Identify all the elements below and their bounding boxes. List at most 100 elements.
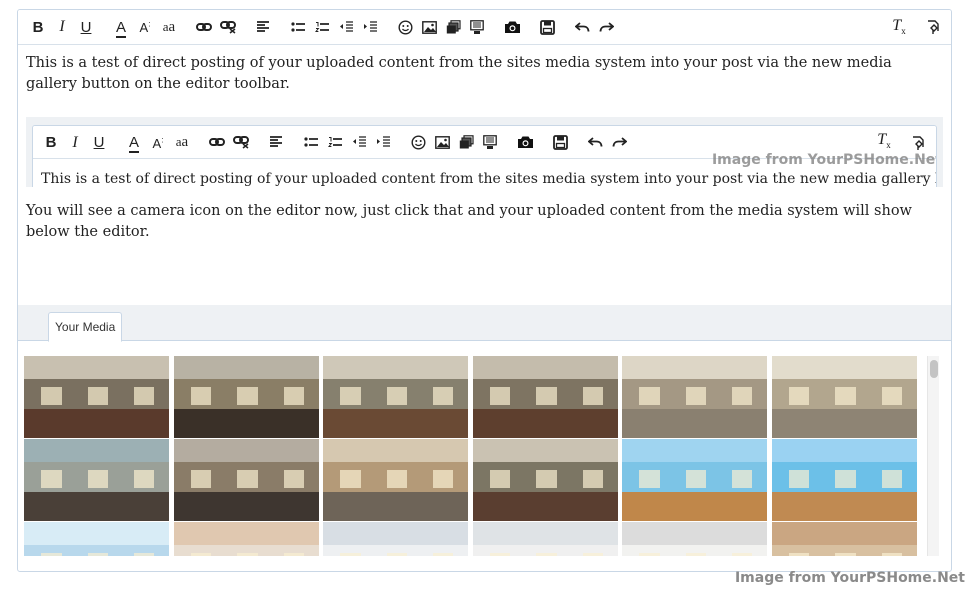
media-thumbnail[interactable] <box>622 356 767 438</box>
insert-button[interactable] <box>478 130 502 154</box>
editor-content[interactable]: This is a test of direct posting of your… <box>18 45 951 305</box>
font-family-button[interactable]: aa <box>170 130 194 154</box>
thumbnail-floor <box>24 409 169 438</box>
camera-icon <box>504 20 521 34</box>
bold-button[interactable]: B <box>39 130 63 154</box>
save-icon <box>552 134 568 150</box>
media-thumbnail[interactable] <box>771 522 917 556</box>
thumbnail-window <box>788 553 810 556</box>
bullet-list-icon <box>304 136 318 148</box>
editor-toolbar: B I U A A: aa Tx <box>18 10 951 45</box>
media-thumbnail[interactable] <box>323 522 468 556</box>
media-thumbnail[interactable] <box>472 439 618 521</box>
align-button[interactable] <box>264 130 288 154</box>
thumbnail-ceiling <box>771 439 917 462</box>
undo-button[interactable] <box>583 130 607 154</box>
thumbnail-window <box>237 470 258 489</box>
align-button[interactable] <box>251 15 275 39</box>
font-size-button[interactable]: A: <box>146 130 170 154</box>
camera-icon <box>517 135 534 149</box>
insert-button[interactable] <box>465 15 489 39</box>
undo-button[interactable] <box>570 15 594 39</box>
media-thumbnail[interactable] <box>472 356 618 438</box>
underline-button[interactable]: U <box>87 130 111 154</box>
gallery-scroll-thumb[interactable] <box>930 360 938 378</box>
save-button[interactable] <box>548 130 572 154</box>
media-button[interactable] <box>454 130 478 154</box>
link-icon <box>209 137 225 147</box>
media-thumbnail[interactable] <box>173 356 319 438</box>
link-button[interactable] <box>192 15 216 39</box>
bold-button[interactable]: B <box>26 15 50 39</box>
thumbnail-window <box>732 553 753 556</box>
unlink-button[interactable] <box>229 130 253 154</box>
media-thumbnail[interactable] <box>622 439 767 521</box>
toggle-bbcode-button[interactable] <box>921 15 945 39</box>
thumbnail-window <box>639 553 660 556</box>
bullet-list-button[interactable] <box>286 15 310 39</box>
tab-your-media[interactable]: Your Media <box>48 312 123 342</box>
thumbnail-window <box>87 553 109 556</box>
redo-button[interactable] <box>607 130 631 154</box>
outdent-icon <box>352 136 366 148</box>
media-thumbnail[interactable] <box>173 439 319 521</box>
thumbnail-window <box>536 470 557 489</box>
thumbnail-window <box>685 553 707 556</box>
underline-button[interactable]: U <box>74 15 98 39</box>
media-gallery-button[interactable] <box>500 15 524 39</box>
media-thumbnail[interactable] <box>173 522 319 556</box>
media-thumbnail[interactable] <box>323 356 468 438</box>
media-gallery <box>24 356 924 556</box>
thumbnail-window <box>134 387 155 406</box>
thumbnail-window <box>433 553 454 556</box>
bullet-list-button[interactable] <box>299 130 323 154</box>
indent-button[interactable] <box>371 130 395 154</box>
italic-button[interactable]: I <box>50 15 74 39</box>
media-gallery-button[interactable] <box>513 130 537 154</box>
media-thumbnail[interactable] <box>323 439 468 521</box>
thumbnail-floor <box>323 409 468 438</box>
remove-formatting-button[interactable]: Tx <box>887 15 911 39</box>
media-thumbnail[interactable] <box>472 522 618 556</box>
thumbnail-floor <box>24 492 169 521</box>
text-color-button[interactable]: A <box>122 130 146 154</box>
media-thumbnail[interactable] <box>771 439 917 521</box>
smilies-button[interactable] <box>393 15 417 39</box>
font-size-button[interactable]: A: <box>133 15 157 39</box>
thumbnail-window <box>386 470 408 489</box>
redo-button[interactable] <box>594 15 618 39</box>
gallery-scrollbar[interactable] <box>927 356 939 556</box>
unlink-button[interactable] <box>216 15 240 39</box>
font-family-icon: aa <box>162 19 176 35</box>
numbered-list-button[interactable] <box>310 15 334 39</box>
text-color-button[interactable]: A <box>109 15 133 39</box>
outdent-button[interactable] <box>334 15 358 39</box>
font-family-button[interactable]: aa <box>157 15 181 39</box>
bullet-list-icon <box>291 21 305 33</box>
smiley-icon <box>397 19 413 35</box>
embedded-editor-preview: B I U A A: aa Tx This is a test of direct post… <box>26 117 943 187</box>
media-thumbnail[interactable] <box>24 356 169 438</box>
smilies-button[interactable] <box>406 130 430 154</box>
image-button[interactable] <box>417 15 441 39</box>
indent-icon <box>376 136 390 148</box>
indent-button[interactable] <box>358 15 382 39</box>
media-thumbnail[interactable] <box>771 356 917 438</box>
thumbnail-window <box>881 387 902 406</box>
toolbar-right-group: Tx <box>877 15 945 39</box>
media-thumbnail[interactable] <box>622 522 767 556</box>
media-thumbnail[interactable] <box>24 522 169 556</box>
media-thumbnail[interactable] <box>24 439 169 521</box>
thumbnail-ceiling <box>24 356 169 379</box>
image-button[interactable] <box>430 130 454 154</box>
numbered-list-button[interactable] <box>323 130 347 154</box>
outdent-button[interactable] <box>347 130 371 154</box>
italic-button[interactable]: I <box>63 130 87 154</box>
save-button[interactable] <box>535 15 559 39</box>
paragraph-1: This is a test of direct posting of your… <box>26 55 892 92</box>
media-button[interactable] <box>441 15 465 39</box>
thumbnail-ceiling <box>771 522 917 545</box>
thumbnail-window <box>134 470 155 489</box>
link-button[interactable] <box>205 130 229 154</box>
thumbnail-window <box>340 470 361 489</box>
